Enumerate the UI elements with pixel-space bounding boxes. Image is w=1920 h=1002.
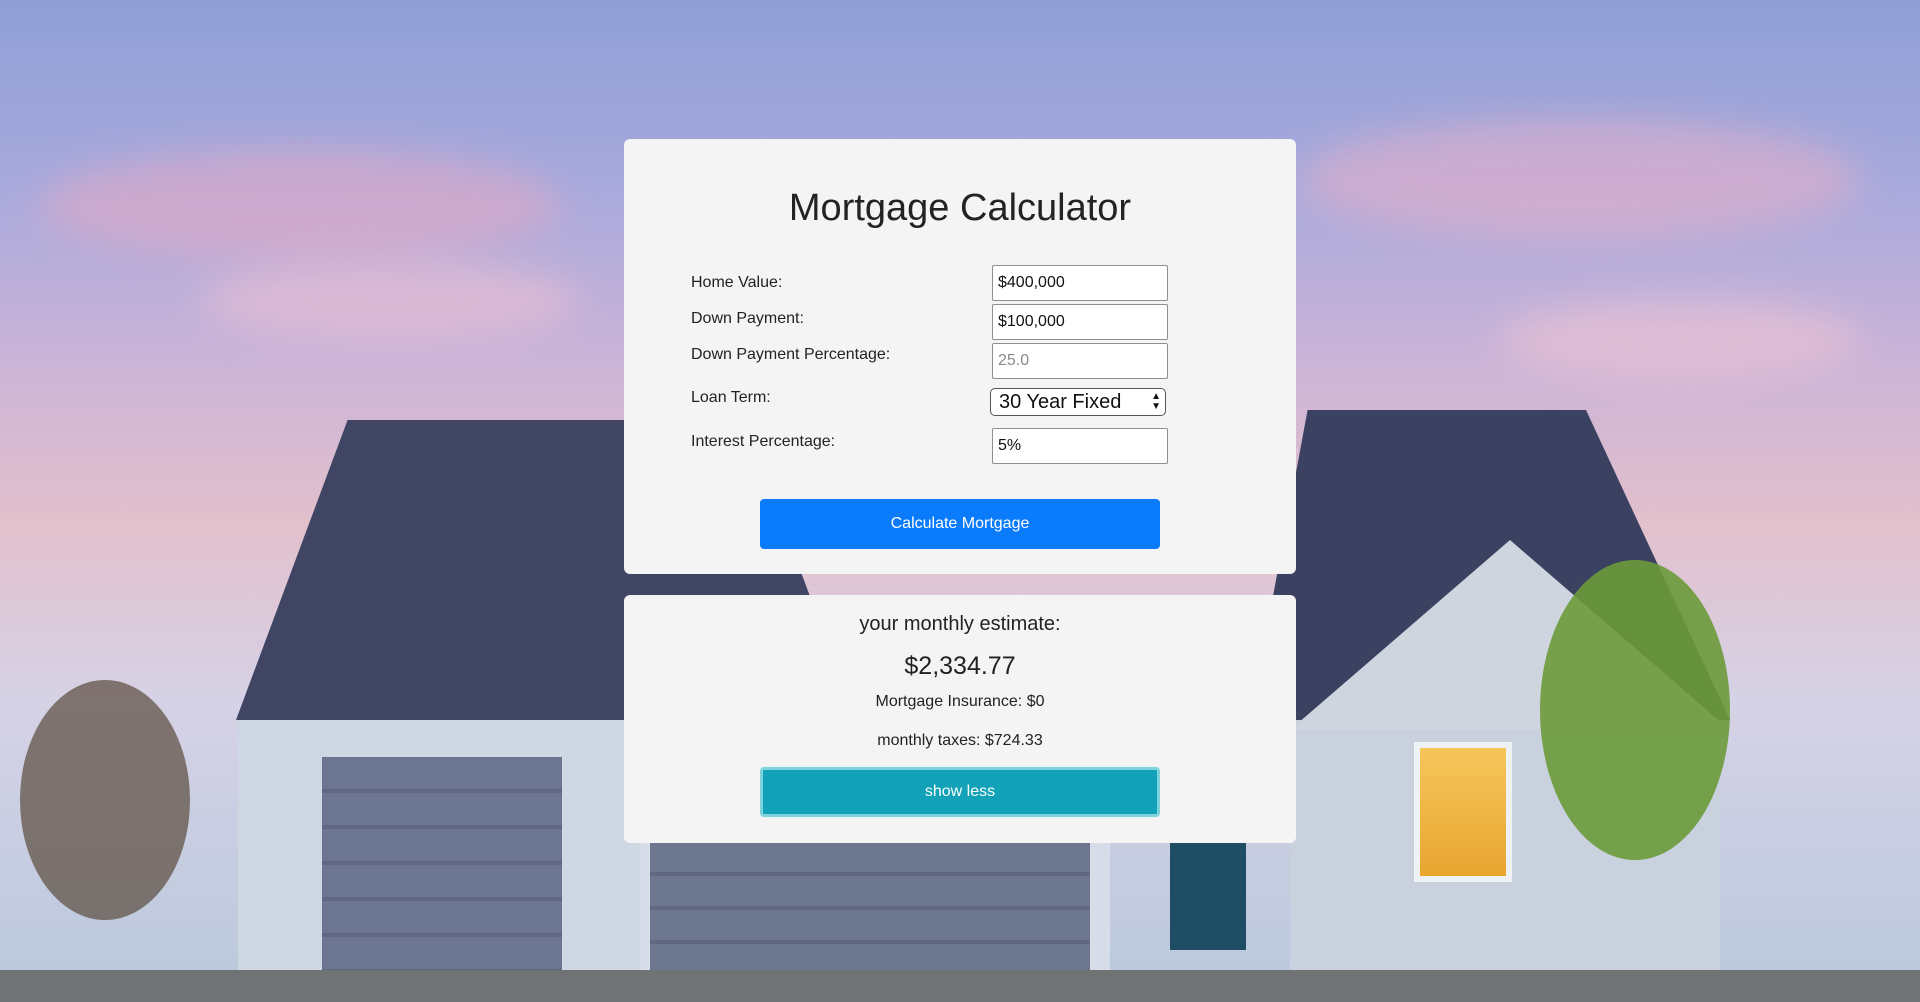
loan-term-selected: 30 Year Fixed	[999, 391, 1122, 413]
home-value-input[interactable]: $400,000	[992, 265, 1168, 301]
down-payment-label: Down Payment:	[691, 310, 804, 327]
select-arrows-icon: ▲ ▼	[1151, 391, 1161, 412]
tree	[1540, 560, 1730, 860]
estimate-amount: $2,334.77	[904, 652, 1016, 680]
interest-percentage-input[interactable]: 5%	[992, 428, 1168, 464]
front-door	[1170, 840, 1246, 950]
interest-percentage-label: Interest Percentage:	[691, 433, 836, 450]
cloud	[200, 260, 580, 340]
show-less-button[interactable]: show less	[760, 767, 1160, 817]
monthly-taxes-text: monthly taxes: $724.33	[877, 732, 1043, 749]
cloud	[1300, 120, 1860, 240]
down-payment-input[interactable]: $100,000	[992, 304, 1168, 340]
estimate-result-card: your monthly estimate: $2,334.77 Mortgag…	[624, 595, 1296, 843]
tree	[20, 680, 190, 920]
house-window	[1414, 742, 1512, 882]
calculator-form-card: Mortgage Calculator Home Value: $400,000…	[624, 139, 1296, 574]
garage-door	[322, 757, 562, 977]
home-value-label: Home Value:	[691, 274, 783, 291]
loan-term-select[interactable]: 30 Year Fixed ▲ ▼	[990, 388, 1166, 416]
cloud	[1500, 300, 1860, 380]
page-title: Mortgage Calculator	[788, 187, 1132, 229]
background-scene: Mortgage Calculator Home Value: $400,000…	[0, 0, 1920, 1002]
garage-door	[650, 842, 1090, 982]
estimate-heading: your monthly estimate:	[859, 613, 1061, 635]
cloud	[40, 150, 560, 260]
calculate-mortgage-button[interactable]: Calculate Mortgage	[760, 499, 1160, 549]
mortgage-insurance-text: Mortgage Insurance: $0	[875, 693, 1045, 710]
driveway	[0, 970, 1920, 1002]
down-payment-percentage-label: Down Payment Percentage:	[691, 346, 891, 363]
loan-term-label: Loan Term:	[691, 389, 771, 406]
down-payment-percentage-input[interactable]: 25.0	[992, 343, 1168, 379]
